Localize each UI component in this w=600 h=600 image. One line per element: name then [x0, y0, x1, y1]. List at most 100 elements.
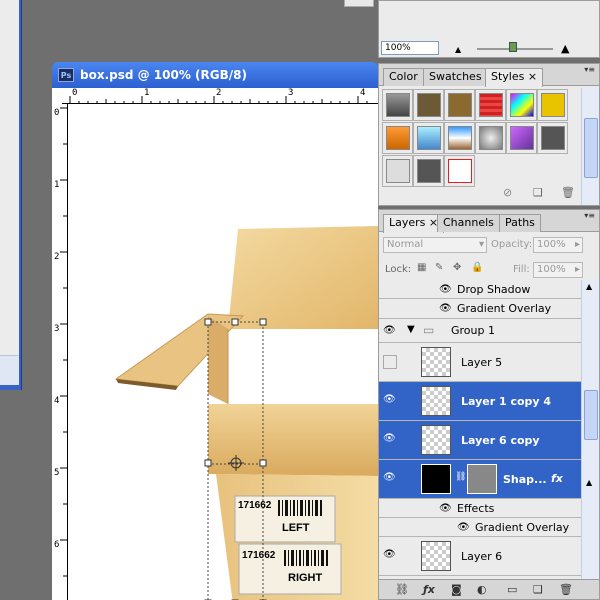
eye-icon[interactable]: 👁 [439, 284, 455, 296]
panel-menu-icon[interactable]: ▾≡ [584, 211, 595, 220]
zoom-out-icon[interactable]: ▲ [455, 45, 461, 54]
visibility-toggle[interactable] [383, 355, 397, 369]
styles-tabbar: Color Swatches Styles × ▾≡ [379, 64, 599, 87]
style-swatch[interactable] [382, 89, 413, 121]
style-swatch[interactable] [444, 89, 475, 121]
background-window-content [0, 0, 19, 385]
new-layer-icon[interactable]: ❑ [533, 583, 543, 596]
horizontal-ruler[interactable]: 0 1 2 3 4 [62, 88, 378, 104]
link-icon[interactable]: ⛓ [455, 472, 466, 482]
scroll-up-icon[interactable]: ▲ [586, 282, 592, 291]
canvas[interactable]: 171662 LEFT 171662 RIGHT [68, 104, 378, 600]
layer-group-row[interactable]: 👁 ▼ ▭ Group 1 [379, 319, 581, 343]
zoom-slider-thumb[interactable] [509, 42, 517, 52]
tab-color[interactable]: Color [383, 68, 424, 86]
lock-transparent-icon[interactable]: ▦ [417, 262, 426, 273]
layer-row[interactable]: 👁 Layer 6 copy [379, 421, 581, 460]
eye-icon[interactable]: 👁 [383, 394, 399, 406]
tab-channels[interactable]: Channels [437, 214, 500, 232]
triangle-down-icon[interactable]: ▼ [407, 324, 415, 335]
link-layers-icon[interactable]: ⛓ [395, 583, 409, 596]
styles-scroll-thumb[interactable] [584, 118, 598, 178]
layers-panel: Layers × Channels Paths ▾≡ Normal ▾ Opaci… [378, 209, 600, 600]
layer-row[interactable]: Layer 5 [379, 343, 581, 382]
effect-name: Effects [457, 502, 495, 515]
layer-name: Layer 1 copy 4 [461, 395, 552, 408]
layer-name: Group 1 [451, 324, 495, 337]
opacity-input[interactable]: 100% ▸ [533, 237, 583, 253]
style-swatch[interactable] [413, 122, 444, 154]
add-mask-icon[interactable]: ◙ [451, 583, 462, 596]
layer-thumbnail [421, 464, 451, 494]
add-style-icon[interactable]: ƒx [423, 583, 435, 596]
tab-label: Channels [443, 216, 494, 229]
panel-menu-icon[interactable]: ▾≡ [584, 65, 595, 74]
style-swatch[interactable] [475, 122, 506, 154]
eye-icon[interactable]: 👁 [383, 549, 399, 561]
style-swatch[interactable] [382, 155, 413, 187]
trash-icon[interactable]: 🗑 [559, 583, 573, 596]
fx-icon[interactable]: fx [551, 472, 563, 485]
lock-image-icon[interactable]: ✎ [435, 262, 443, 273]
background-window-scrollbar[interactable] [0, 355, 19, 385]
close-icon[interactable]: × [528, 70, 537, 83]
chevron-right-icon: ▸ [574, 264, 580, 275]
style-swatch[interactable] [506, 122, 537, 154]
layer-row[interactable]: 👁 Layer 6 [379, 537, 581, 576]
effects-row[interactable]: 👁 Effects [379, 499, 581, 518]
style-swatch[interactable] [506, 89, 537, 121]
style-swatch[interactable] [537, 122, 568, 154]
label-right-code: 171662 [242, 550, 276, 561]
tab-styles[interactable]: Styles × [485, 68, 544, 87]
layer-name: Layer 5 [461, 356, 503, 369]
zoom-in-icon[interactable]: ▲ [561, 42, 569, 55]
ruler-tick-label: 4 [54, 396, 60, 406]
effect-row[interactable]: 👁 Gradient Overlay [379, 299, 581, 319]
blend-mode-select[interactable]: Normal ▾ [383, 237, 487, 253]
vertical-ruler[interactable]: 0 1 2 3 4 5 6 [52, 104, 68, 600]
effect-row[interactable]: 👁 Gradient Overlay [379, 518, 581, 537]
style-swatch[interactable] [537, 89, 568, 121]
effect-row[interactable]: 👁 Drop Shadow [379, 280, 581, 299]
style-swatch[interactable] [382, 122, 413, 154]
lock-position-icon[interactable]: ✥ [453, 262, 461, 273]
trash-icon[interactable]: 🗑 [561, 186, 575, 199]
eye-icon[interactable]: 👁 [439, 503, 455, 515]
fill-input[interactable]: 100% ▸ [533, 262, 583, 278]
adjustment-layer-icon[interactable]: ◐ [477, 583, 487, 596]
clear-style-icon[interactable]: ⊘ [503, 186, 512, 199]
shape-layer-row[interactable]: 👁 ⛓ Shap... fx [379, 460, 581, 499]
ruler-tick-label: 4 [360, 88, 366, 98]
ruler-tick-label: 6 [54, 540, 60, 550]
style-swatch[interactable] [475, 89, 506, 121]
tab-layers[interactable]: Layers × [383, 214, 445, 233]
tab-label: Paths [505, 216, 535, 229]
new-group-icon[interactable]: ▭ [507, 583, 517, 596]
new-style-icon[interactable]: ❑ [533, 186, 543, 199]
tab-paths[interactable]: Paths [499, 214, 541, 232]
eye-icon[interactable]: 👁 [457, 522, 473, 534]
styles-scrollbar[interactable] [581, 88, 599, 205]
layers-scroll-thumb[interactable] [584, 390, 598, 440]
layer-row[interactable]: 👁 Layer 1 copy 4 [379, 382, 581, 421]
ruler-tick-label: 1 [144, 88, 150, 98]
style-swatch[interactable] [444, 122, 475, 154]
style-swatch[interactable] [413, 155, 444, 187]
document-titlebar[interactable]: Ps box.psd @ 100% (RGB/8) [52, 62, 378, 88]
eye-icon[interactable]: 👁 [383, 433, 399, 445]
lock-all-icon[interactable]: 🔒 [471, 262, 483, 273]
style-swatch[interactable] [413, 89, 444, 121]
eye-icon[interactable]: 👁 [383, 325, 399, 337]
effect-name: Gradient Overlay [457, 302, 552, 315]
eye-icon[interactable]: 👁 [383, 472, 399, 484]
lock-label: Lock: [385, 264, 412, 275]
document-window[interactable]: Ps box.psd @ 100% (RGB/8) 0 1 2 3 4 0 1 … [52, 62, 378, 600]
layers-scrollbar[interactable]: ▲ ▲ [581, 280, 599, 580]
ruler-tick-label: 3 [54, 324, 60, 334]
chevron-right-icon: ▸ [574, 239, 580, 250]
style-swatch[interactable] [444, 155, 475, 187]
tab-swatches[interactable]: Swatches [423, 68, 488, 86]
zoom-input[interactable]: 100% [381, 41, 439, 55]
eye-icon[interactable]: 👁 [439, 303, 455, 315]
scroll-down-icon[interactable]: ▲ [586, 478, 592, 487]
